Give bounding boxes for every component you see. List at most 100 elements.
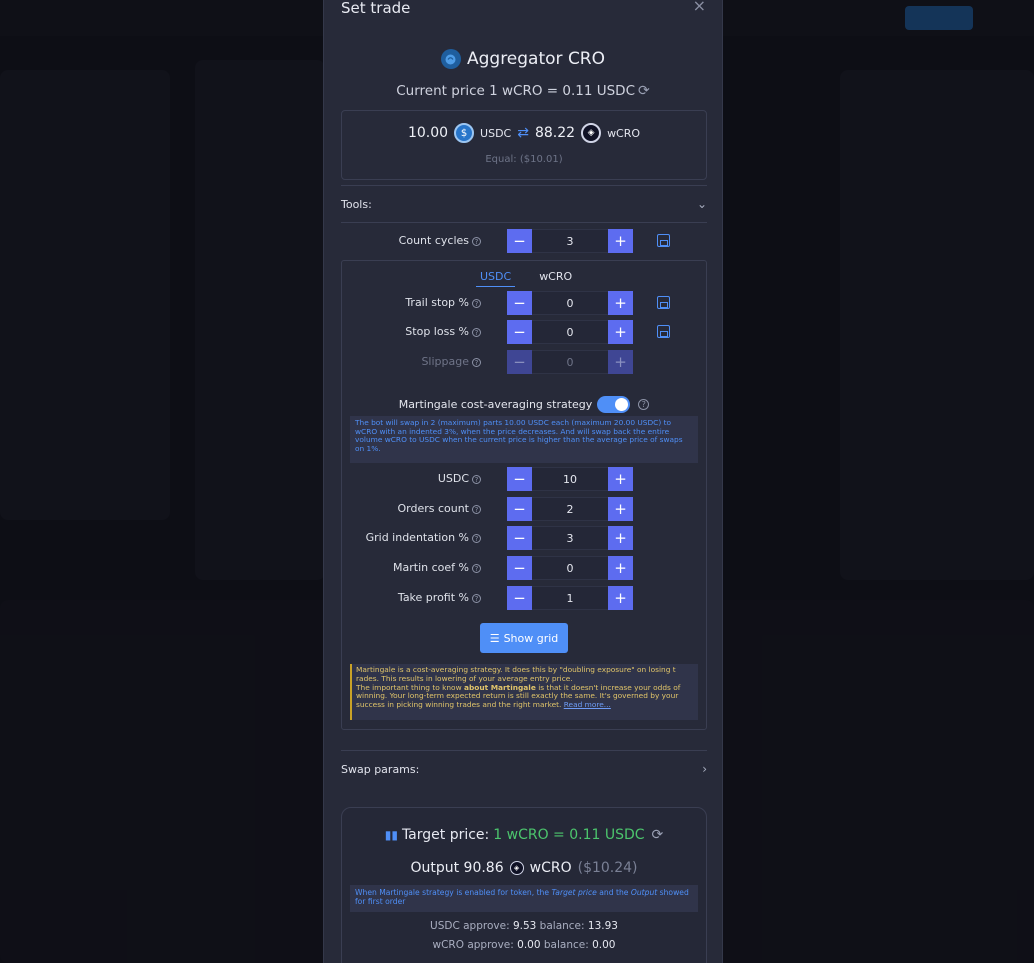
show-grid-button[interactable]: ☰ Show grid bbox=[480, 623, 568, 653]
decrement-button[interactable]: − bbox=[507, 291, 532, 315]
count-cycles-label: Count cycles? bbox=[399, 234, 481, 247]
chart-icon: ▮▮ bbox=[384, 828, 398, 842]
increment-button[interactable]: + bbox=[608, 320, 633, 344]
tab-wcro[interactable]: wCRO bbox=[535, 268, 576, 287]
grid-indentation-stepper: − 3 + bbox=[507, 526, 633, 550]
help-icon[interactable]: ? bbox=[472, 563, 481, 573]
trail-stop-row: Trail stop %? − 0 + bbox=[324, 291, 722, 315]
current-price: Current price 1 wCRO = 0.11 USDC ⟳ bbox=[324, 83, 722, 99]
take-profit-stepper: − 1 + bbox=[507, 586, 633, 610]
note-output: Output bbox=[630, 888, 658, 897]
help-icon[interactable]: ? bbox=[472, 593, 481, 603]
martingale-warning: Martingale is a cost-averaging strategy.… bbox=[350, 664, 698, 720]
trail-stop-label: Trail stop %? bbox=[405, 296, 481, 309]
increment-button[interactable]: + bbox=[608, 229, 633, 253]
cro-coin-icon: ◈ bbox=[581, 123, 602, 143]
cro-coin-icon: ◈ bbox=[509, 861, 524, 875]
stop-loss-stepper: − 0 + bbox=[507, 320, 633, 344]
count-cycles-value[interactable]: 3 bbox=[532, 229, 608, 253]
help-icon[interactable]: ? bbox=[472, 327, 481, 337]
help-icon[interactable]: ? bbox=[472, 236, 481, 246]
take-profit-value[interactable]: 1 bbox=[532, 586, 608, 610]
help-icon[interactable]: ? bbox=[472, 298, 481, 308]
target-price-value: 1 wCRO = 0.11 USDC bbox=[493, 827, 645, 843]
martin-coef-stepper: − 0 + bbox=[507, 556, 633, 580]
usdc-amount-stepper: − 10 + bbox=[507, 467, 633, 491]
martin-coef-value[interactable]: 0 bbox=[532, 556, 608, 580]
modal-title: Set trade bbox=[341, 0, 411, 17]
decrement-button[interactable]: − bbox=[507, 586, 532, 610]
take-profit-row: Take profit %? − 1 + bbox=[324, 586, 722, 610]
refresh-icon[interactable]: ⟳ bbox=[652, 827, 664, 843]
count-cycles-stepper: − 3 + bbox=[507, 229, 633, 253]
aggregator-title: Aggregator CRO bbox=[324, 49, 722, 69]
decrement-button[interactable]: − bbox=[507, 526, 532, 550]
read-more-link[interactable]: Read more... bbox=[564, 700, 611, 709]
stop-loss-value[interactable]: 0 bbox=[532, 320, 608, 344]
grid-indentation-label: Grid indentation %? bbox=[366, 531, 481, 544]
output-usd: ($10.24) bbox=[577, 860, 638, 876]
token-to: wCRO bbox=[607, 126, 641, 140]
decrement-button: − bbox=[507, 350, 532, 374]
decrement-button[interactable]: − bbox=[507, 320, 532, 344]
show-grid-label: Show grid bbox=[503, 631, 559, 645]
increment-button[interactable]: + bbox=[608, 291, 633, 315]
stop-loss-label: Stop loss %? bbox=[405, 325, 481, 338]
help-icon: ? bbox=[472, 357, 481, 367]
usdc-coin-icon: $ bbox=[454, 123, 475, 143]
amount-to: 88.22 bbox=[534, 125, 576, 141]
increment-button[interactable]: + bbox=[608, 556, 633, 580]
output-amount: Output 90.86 bbox=[410, 860, 504, 876]
target-price-row: ▮▮ Target price: 1 wCRO = 0.11 USDC ⟳ bbox=[324, 827, 722, 843]
help-icon[interactable]: ? bbox=[472, 533, 481, 543]
increment-button[interactable]: + bbox=[608, 586, 633, 610]
swap-params-toggle[interactable]: Swap params: › bbox=[341, 762, 707, 776]
usdc-amount-value[interactable]: 10 bbox=[532, 467, 608, 491]
increment-button: + bbox=[608, 350, 633, 374]
tools-section-toggle[interactable]: Tools: ⌄ bbox=[341, 197, 707, 211]
output-token: wCRO bbox=[529, 860, 572, 876]
decrement-button[interactable]: − bbox=[507, 467, 532, 491]
save-icon[interactable] bbox=[657, 234, 670, 247]
set-trade-modal: Set trade × Aggregator CRO Current price… bbox=[323, 0, 723, 963]
grid-indentation-row: Grid indentation %? − 3 + bbox=[324, 526, 722, 550]
usdc-amount-label: USDC? bbox=[438, 472, 481, 485]
help-icon[interactable]: ? bbox=[638, 399, 650, 410]
decrement-button[interactable]: − bbox=[507, 497, 532, 521]
stop-loss-row: Stop loss %? − 0 + bbox=[324, 320, 722, 344]
increment-button[interactable]: + bbox=[608, 497, 633, 521]
martingale-info: The bot will swap in 2 (maximum) parts 1… bbox=[350, 416, 698, 463]
usdc-approve-row: USDC approve: 9.53 balance: 13.93 bbox=[430, 920, 618, 932]
help-icon[interactable]: ? bbox=[472, 504, 481, 514]
warning-bold: about Martingale bbox=[463, 682, 536, 692]
trail-stop-value[interactable]: 0 bbox=[532, 291, 608, 315]
save-icon[interactable] bbox=[657, 296, 670, 309]
tab-usdc[interactable]: USDC bbox=[476, 268, 516, 287]
divider bbox=[341, 750, 707, 751]
increment-button[interactable]: + bbox=[608, 467, 633, 491]
list-icon: ☰ bbox=[489, 631, 500, 645]
slippage-value: 0 bbox=[532, 350, 608, 374]
martingale-toggle[interactable] bbox=[597, 396, 631, 413]
swap-direction-icon[interactable]: ⇄ bbox=[517, 125, 529, 141]
martingale-toggle-row: Martingale cost-averaging strategy ? bbox=[324, 396, 722, 413]
current-price-text: Current price 1 wCRO = 0.11 USDC bbox=[396, 83, 636, 99]
grid-indentation-value[interactable]: 3 bbox=[532, 526, 608, 550]
refresh-icon[interactable]: ⟳ bbox=[638, 83, 650, 99]
decrement-button[interactable]: − bbox=[507, 556, 532, 580]
close-icon[interactable]: × bbox=[693, 0, 706, 15]
save-icon[interactable] bbox=[657, 325, 670, 338]
usdc-approve-value: 9.53 bbox=[512, 920, 537, 932]
orders-count-value[interactable]: 2 bbox=[532, 497, 608, 521]
orders-count-label: Orders count? bbox=[397, 502, 481, 515]
equal-usd: Equal: ($10.01) bbox=[485, 154, 563, 165]
decrement-button[interactable]: − bbox=[507, 229, 532, 253]
wcro-balance-value: 0.00 bbox=[592, 939, 616, 951]
usdc-amount-row: USDC? − 10 + bbox=[324, 467, 722, 491]
swap-summary: 10.00 $ USDC ⇄ 88.22 ◈ wCRO Equal: ($10.… bbox=[341, 110, 707, 180]
amount-from: 10.00 bbox=[407, 125, 449, 141]
wcro-approve-value: 0.00 bbox=[517, 939, 541, 951]
help-icon[interactable]: ? bbox=[472, 474, 481, 484]
token-from: USDC bbox=[480, 126, 512, 140]
increment-button[interactable]: + bbox=[608, 526, 633, 550]
